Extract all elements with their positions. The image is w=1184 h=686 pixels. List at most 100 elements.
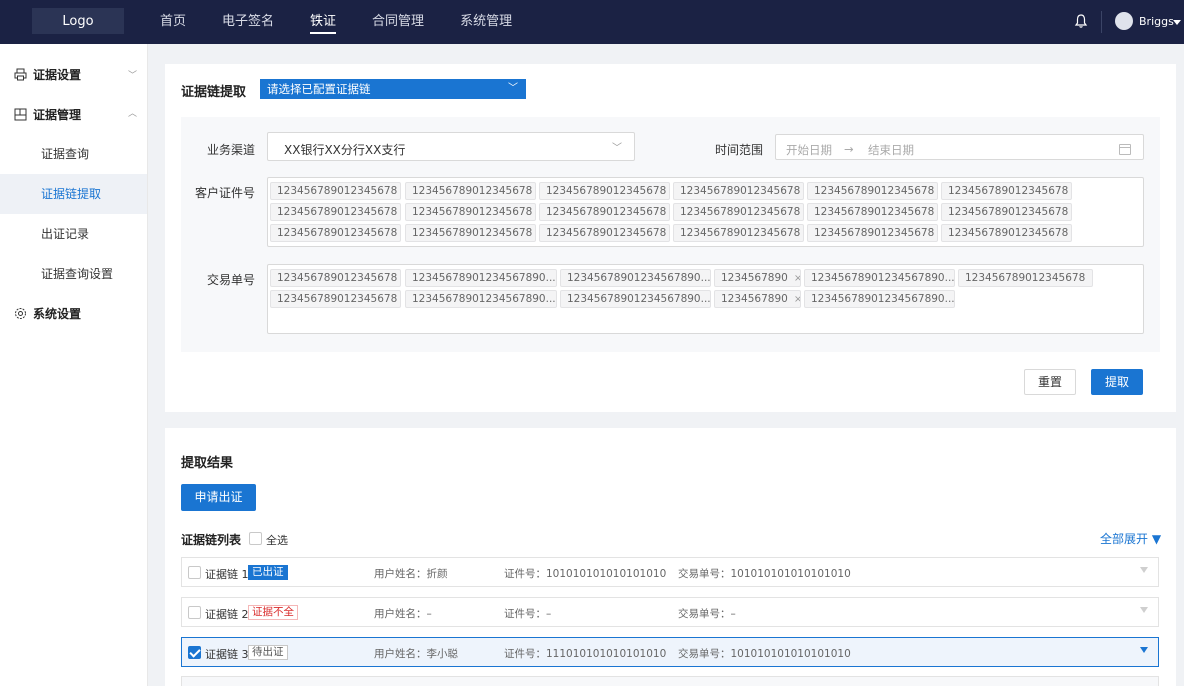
user-name-field: 用户姓名：李小聪 <box>374 648 458 660</box>
sidebar-group-system-settings[interactable]: 系统设置 <box>14 305 81 322</box>
expand-all-link[interactable]: 全部展开 ▼ <box>1100 530 1161 547</box>
tag-text: 12345678901234567890... <box>567 293 711 305</box>
channel-select[interactable]: XX银行XX分行XX支行 ﹀ <box>267 132 635 161</box>
tag-chip[interactable]: 123456789012345678× <box>405 182 536 200</box>
tag-chip[interactable]: 12345678901234567890...× <box>405 290 557 308</box>
nav-contract-management[interactable]: 合同管理 <box>372 0 424 44</box>
nav-system-management[interactable]: 系统管理 <box>460 0 512 44</box>
tag-text: 123456789012345678 <box>546 185 667 197</box>
chain-row[interactable]: 证据链 1 已出证 用户姓名：折颜 证件号：101010101010101010… <box>181 557 1159 587</box>
tag-chip[interactable]: 12345678901234567890...× <box>405 269 557 287</box>
tag-text: 12345678901234567890... <box>412 293 556 305</box>
chain-row[interactable]: 证据链 3 待出证 用户姓名：李小聪 证件号：11101010101010101… <box>181 637 1159 667</box>
tag-chip[interactable]: 123456789012345678 × <box>958 269 1093 287</box>
tag-chip[interactable]: 123456789012345678× <box>270 182 401 200</box>
tag-text: 123456789012345678 <box>965 272 1086 284</box>
channel-label: 业务渠道 <box>207 143 256 157</box>
tag-text: 12345678901234567890... <box>567 272 711 284</box>
chevron-down-icon[interactable]: ﹀ <box>128 68 137 81</box>
tag-chip[interactable]: 123456789012345678× <box>673 182 804 200</box>
chain-row[interactable]: 证据链 2 证据不全 用户姓名：– 证件号：– 交易单号：– <box>181 597 1159 627</box>
tag-chip[interactable]: 12345678901234567890...× <box>560 290 711 308</box>
tag-chip[interactable]: 123456789012345678× <box>270 290 401 308</box>
tag-text: 123456789012345678 <box>814 227 935 239</box>
tag-chip[interactable]: 123456789012345678× <box>539 182 670 200</box>
tag-chip[interactable]: 1234567890 × <box>714 269 801 287</box>
start-date-input[interactable]: 开始日期 <box>786 142 832 158</box>
avatar[interactable] <box>1115 12 1133 30</box>
reset-button[interactable]: 重置 <box>1024 369 1076 395</box>
tag-text: 123456789012345678 <box>277 293 398 305</box>
select-all-checkbox[interactable] <box>249 532 262 545</box>
chevron-down-icon: ﹀ <box>612 143 622 154</box>
tag-chip[interactable]: 123456789012345678× <box>270 203 401 221</box>
tag-text: 123456789012345678 <box>814 185 935 197</box>
tag-text: 12345678901234567890... <box>412 272 556 284</box>
chevron-up-icon[interactable]: ︿ <box>128 106 137 119</box>
tag-chip[interactable]: 123456789012345678× <box>941 182 1072 200</box>
cert-number-field: 证件号：111010101010101010 <box>504 648 667 660</box>
tag-text: 123456789012345678 <box>277 272 398 284</box>
tag-text: 123456789012345678 <box>546 206 667 218</box>
evidence-chain-select[interactable]: 请选择已配置证据链 ﹀ <box>260 79 526 99</box>
caret-down-icon[interactable] <box>1140 567 1148 573</box>
nav-e-signature[interactable]: 电子签名 <box>222 0 274 44</box>
tag-chip[interactable]: 123456789012345678× <box>270 224 401 242</box>
logo: Logo <box>32 8 124 34</box>
order-number-field: 交易单号：– <box>678 608 736 620</box>
user-name[interactable]: Briggs <box>1139 15 1174 28</box>
sidebar-item-evidence-query[interactable]: 证据查询 <box>0 134 147 174</box>
row-checkbox[interactable] <box>188 646 201 659</box>
tag-chip[interactable]: 12345678901234567890...× <box>560 269 711 287</box>
sidebar-group-evidence-settings[interactable]: 证据设置 <box>14 66 81 83</box>
tag-chip[interactable]: 123456789012345678× <box>270 269 401 287</box>
tag-chip[interactable]: 123456789012345678× <box>807 203 938 221</box>
tag-chip[interactable]: 123456789012345678× <box>941 224 1072 242</box>
sidebar: 证据设置 ﹀ 证据管理 ︿ 证据查询 证据链提取 出证记录 证据查询设置 系统设… <box>0 44 148 686</box>
sidebar-item-issue-records[interactable]: 出证记录 <box>0 214 147 254</box>
id-number-label: 客户证件号 <box>195 186 256 200</box>
caret-down-icon[interactable] <box>1173 20 1181 25</box>
status-badge: 待出证 <box>248 645 288 660</box>
tag-chip[interactable]: 123456789012345678× <box>941 203 1072 221</box>
bell-icon[interactable] <box>1074 13 1088 29</box>
sidebar-item-chain-extract[interactable]: 证据链提取 <box>0 174 147 214</box>
nav-evidence[interactable]: 铁证 <box>310 0 337 44</box>
remove-tag-icon[interactable]: × <box>794 294 800 305</box>
cert-number-field: 证件号：101010101010101010 <box>504 568 667 580</box>
id-number-tag-input[interactable]: 123456789012345678×123456789012345678×12… <box>267 177 1144 247</box>
tag-chip[interactable]: 123456789012345678× <box>405 203 536 221</box>
tag-chip[interactable]: 12345678901234567890...× <box>804 269 955 287</box>
tag-chip[interactable]: 123456789012345678× <box>673 203 804 221</box>
tag-chip[interactable]: 12345678901234567890...× <box>804 290 955 308</box>
chain-name: 证据链 3 <box>205 648 249 661</box>
date-range-picker[interactable]: 开始日期 → 结束日期 <box>775 134 1144 160</box>
calendar-icon[interactable] <box>1119 144 1131 155</box>
chevron-down-icon: ﹀ <box>508 83 518 94</box>
tag-chip[interactable]: 123456789012345678× <box>405 224 536 242</box>
remove-tag-icon[interactable]: × <box>794 273 800 284</box>
caret-down-icon[interactable] <box>1140 607 1148 613</box>
tag-chip[interactable]: 123456789012345678× <box>807 224 938 242</box>
apply-issue-button[interactable]: 申请出证 <box>181 484 256 511</box>
nav-home[interactable]: 首页 <box>160 0 186 44</box>
select-all-label[interactable]: 全选 <box>266 532 288 548</box>
order-number-tag-input[interactable]: 123456789012345678 × 12345678901234567890.… <box>267 264 1144 334</box>
tag-text: 1234567890 <box>721 272 788 284</box>
sidebar-group-evidence-management[interactable]: 证据管理 <box>14 106 81 123</box>
caret-down-icon[interactable] <box>1140 647 1148 653</box>
cert-number-field: 证件号：– <box>504 608 552 620</box>
tag-chip[interactable]: 123456789012345678× <box>807 182 938 200</box>
tag-chip[interactable]: 123456789012345678× <box>539 224 670 242</box>
sidebar-item-query-settings[interactable]: 证据查询设置 <box>0 254 147 294</box>
tag-chip[interactable]: 123456789012345678× <box>539 203 670 221</box>
tag-chip[interactable]: 123456789012345678× <box>673 224 804 242</box>
tag-chip[interactable]: 1234567890 × <box>714 290 801 308</box>
row-checkbox[interactable] <box>188 566 201 579</box>
row-checkbox[interactable] <box>188 606 201 619</box>
end-date-input[interactable]: 结束日期 <box>868 142 914 158</box>
extract-button[interactable]: 提取 <box>1091 369 1143 395</box>
remove-tag-icon[interactable]: × <box>1091 273 1092 284</box>
tag-text: 123456789012345678 <box>680 206 801 218</box>
tag-text: 123456789012345678 <box>277 185 398 197</box>
